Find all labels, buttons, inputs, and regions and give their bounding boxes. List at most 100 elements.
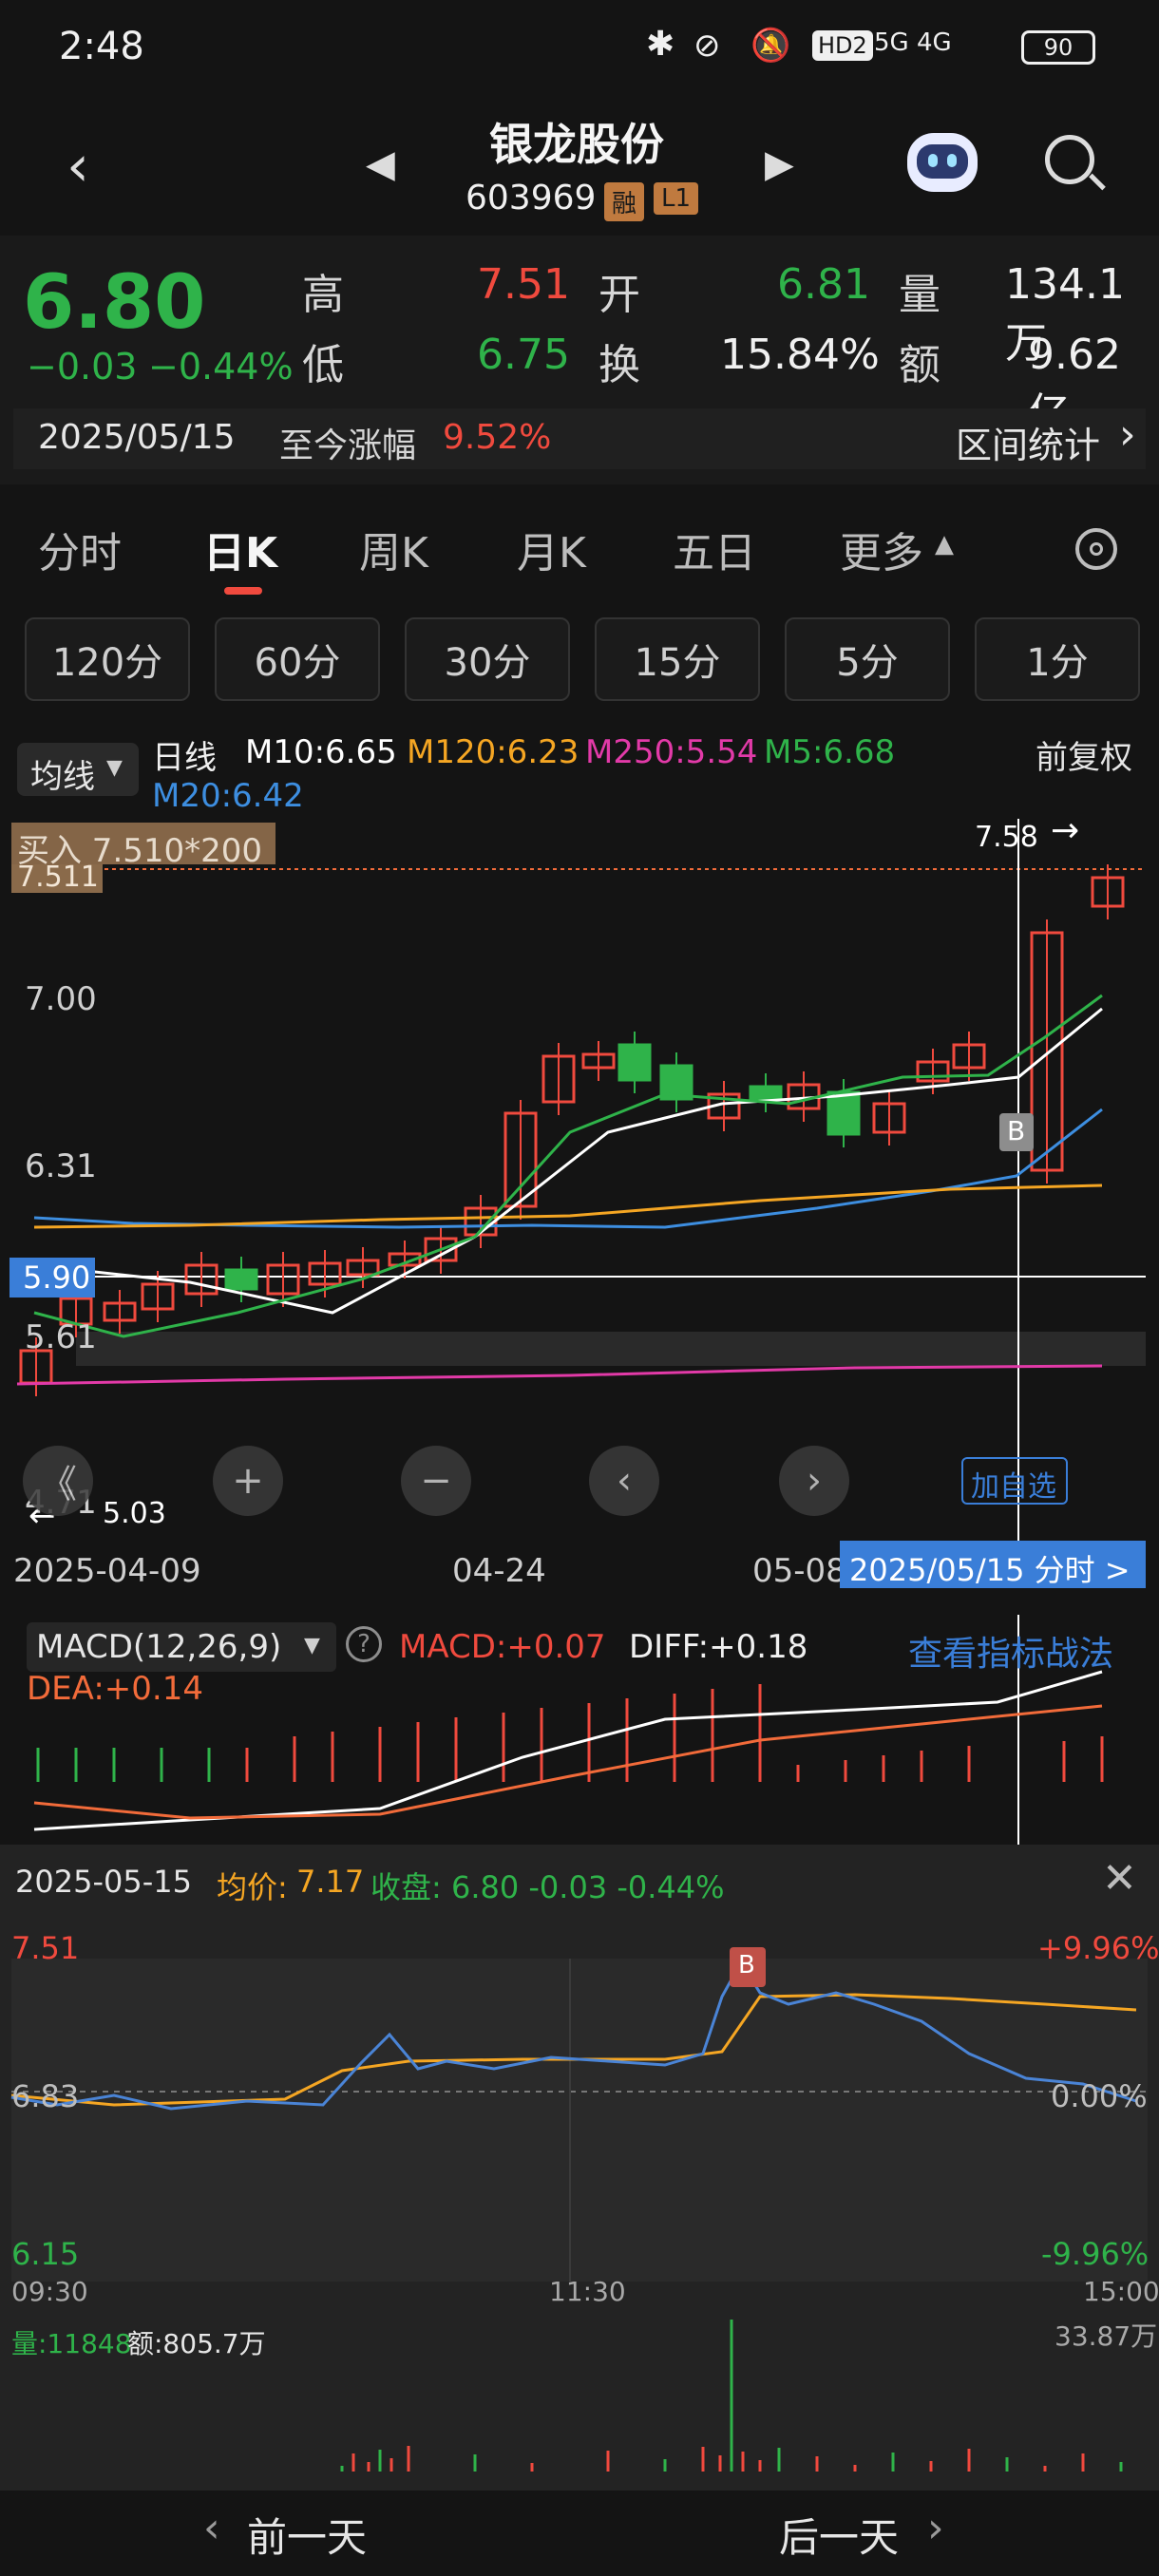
intraday-top-price: 7.51 [11,1930,80,1966]
last-price: 6.80 [23,260,206,346]
scroll-right-button[interactable]: › [779,1446,849,1516]
support-band [76,1332,1146,1366]
open-label: 开 [598,271,640,319]
active-tab-indicator [224,587,262,595]
tab-15min[interactable]: 15分 [595,617,760,701]
bluetooth-icon: ✱ [646,25,675,64]
buy-order-tag: 买入 7.510*200 [11,823,276,870]
candle-body [224,1268,258,1291]
x-label-0508: 05-08 [752,1552,846,1590]
tab-more[interactable]: 更多 [840,519,923,579]
x-label-0424: 04-24 [452,1552,546,1590]
y-label-561: 5.61 [25,1318,97,1356]
avg-price-value: 7.17 [296,1864,365,1900]
next-day-button[interactable]: 后一天 [779,2506,899,2564]
volume-label: 量 [899,271,940,319]
margin-badge: 融 [604,182,645,221]
low-label: 低 [302,341,344,389]
status-bar: 2:48 ✱ ⊘ 🔕 HD2 5G 4G 90 [0,0,1159,95]
intraday-prev-close: 6.83 [11,2078,80,2114]
range-row[interactable]: 2025/05/15 至今涨幅 9.52% 区间统计 › [13,408,1146,469]
stock-code: 603969 [466,179,597,218]
scroll-left-button[interactable]: ‹ [589,1446,659,1516]
turnover-value: 15.84% [720,331,880,379]
ma-selector[interactable]: 均线 ▼ [17,743,139,796]
help-icon[interactable]: ? [346,1626,382,1662]
kline-chart[interactable]: 买入 7.510*200 7.511 7.00 6.31 5.61 4.71 5… [0,811,1159,1541]
zoom-in-button[interactable]: + [213,1446,283,1516]
price-change: −0.03 [27,346,138,388]
tab-five-day[interactable]: 五日 [673,519,756,579]
ma120-label: M120:6.23 [407,733,580,771]
day-navigation: ‹ 前一天 后一天 › [0,2491,1159,2576]
zoom-out-button[interactable]: − [401,1446,471,1516]
diff-value: DIFF:+0.18 [629,1628,808,1666]
prev-day-button[interactable]: 前一天 [247,2506,367,2564]
rewind-button[interactable]: 《 [23,1446,93,1516]
intraday-buy-marker[interactable]: B [730,1947,766,1987]
next-stock-icon[interactable]: ▶ [765,142,794,186]
robot-assistant-icon[interactable] [907,133,978,192]
intraday-volume: 量:11848 [11,2328,132,2359]
low-value: 6.75 [477,331,570,379]
ma5-label: M5:6.68 [764,733,896,771]
time-open: 09:30 [11,2276,88,2307]
ma20-label: M20:6.42 [152,777,304,815]
open-value: 6.81 [777,260,870,309]
close-icon[interactable]: ✕ [1102,1854,1137,1903]
tab-5min[interactable]: 5分 [785,617,950,701]
y-label-631: 6.31 [25,1147,97,1185]
tab-daily-k[interactable]: 日K [203,519,277,579]
clock: 2:48 [59,25,144,68]
peak-label: 7.58 [975,821,1038,854]
x-label-start: 2025-04-09 [13,1552,201,1590]
crosshair-date-tag[interactable]: 2025/05/15 分时 > [840,1541,1146,1588]
price-change-pct: −0.44% [148,346,294,388]
high-value: 7.51 [477,260,570,309]
amount-label: 额 [899,341,940,389]
tab-weekly-k[interactable]: 周K [359,519,428,579]
hline-price-tag: 5.90 [10,1258,95,1297]
stock-name: 银龙股份 [489,119,664,170]
hd-icon: HD2 [812,30,873,61]
tab-monthly-k[interactable]: 月K [517,519,586,579]
macd-selector[interactable]: MACD(12,26,9) ▼ [27,1622,336,1672]
indicator-strategy-link[interactable]: 查看指标战法 [908,1626,1113,1676]
intraday-zero-pct: 0.00% [1051,2078,1148,2114]
caret-down-icon: ▼ [106,756,123,780]
period-label: 日线 [152,739,217,777]
low-label: 5.03 [103,1497,166,1530]
buy-marker[interactable]: B [999,1113,1034,1151]
dea-value: DEA:+0.14 [27,1670,203,1708]
mute-icon: 🔕 [750,27,791,65]
intraday-bottom-price: 6.15 [11,2236,80,2272]
stock-header: ‹ ◀ 银龙股份 603969 融 L1 ▶ [0,95,1159,236]
ma250-label: M250:5.54 [585,733,758,771]
settings-icon[interactable] [1075,528,1117,570]
macd-value: MACD:+0.07 [399,1628,606,1666]
turnover-label: 换 [598,341,640,389]
search-icon[interactable] [1045,135,1106,191]
tab-1min[interactable]: 1分 [975,617,1140,701]
minute-tabs: 120分 60分 30分 15分 5分 1分 [0,608,1159,712]
tab-intraday[interactable]: 分时 [38,519,122,579]
adjust-label[interactable]: 前复权 [1036,731,1132,778]
level-badge: L1 [654,182,699,215]
buy-price-label: 7.511 [11,861,103,894]
back-icon[interactable]: ‹ [66,133,89,199]
kline-bg [13,819,1146,1541]
intraday-bg [11,1959,1148,2282]
high-label: 高 [302,271,344,319]
ma-legend: 均线 ▼ 日线 M10:6.65 M120:6.23 M250:5.54 M5:… [0,718,1159,823]
tab-120min[interactable]: 120分 [25,617,190,701]
intraday-date: 2025-05-15 [15,1864,192,1900]
tab-60min[interactable]: 60分 [215,617,380,701]
intraday-svg [10,1954,1148,2472]
intraday-popup: 2025-05-15 均价: 7.17 收盘: 6.80 -0.03 -0.44… [0,1845,1159,2491]
tab-30min[interactable]: 30分 [405,617,570,701]
quote-panel: 6.80 −0.03 −0.44% 高 7.51 低 6.75 开 6.81 换… [0,236,1159,484]
add-watchlist-button[interactable]: 加自选 [961,1457,1068,1505]
range-stats-link[interactable]: 区间统计 [956,416,1100,468]
candle-body [618,1043,652,1082]
prev-stock-icon[interactable]: ◀ [366,142,395,186]
